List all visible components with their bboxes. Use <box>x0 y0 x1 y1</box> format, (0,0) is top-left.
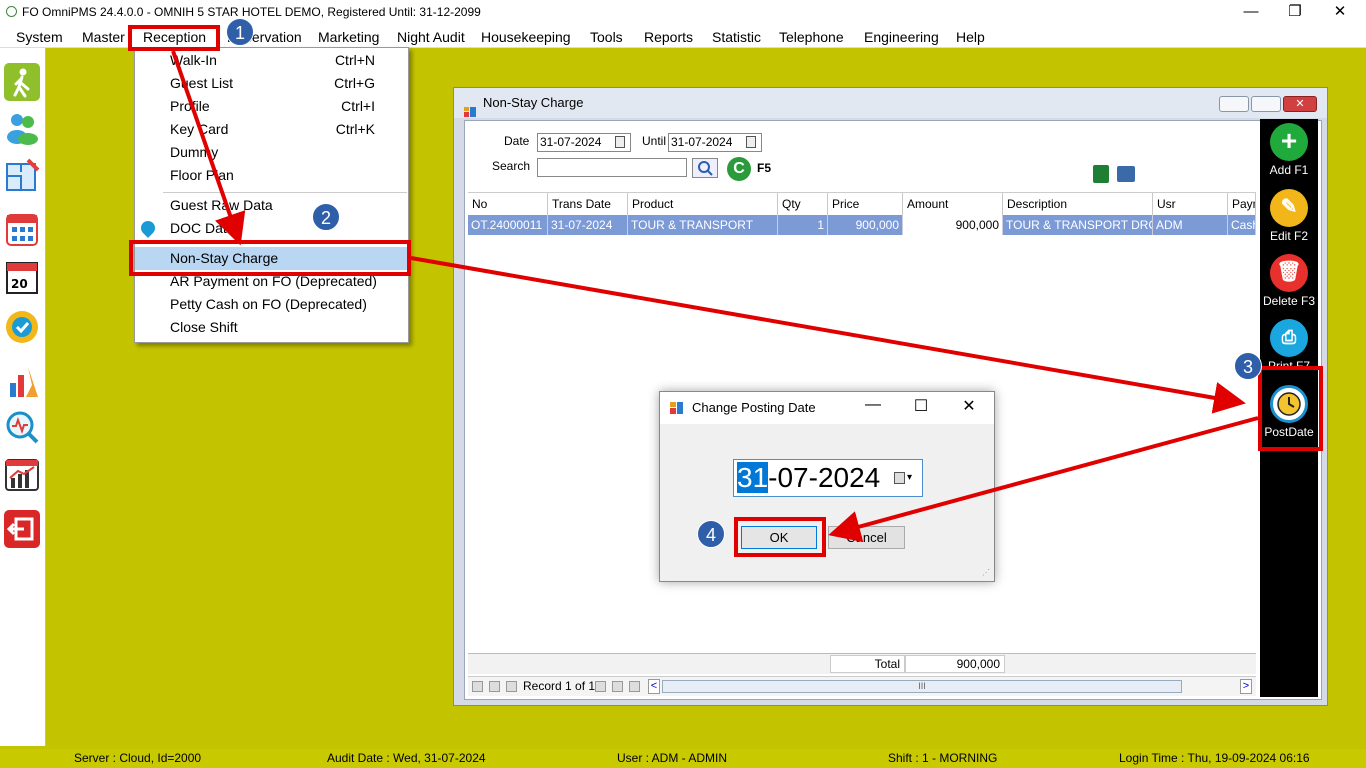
step-4-badge: 4 <box>697 520 725 548</box>
step-2-badge: 2 <box>312 203 340 231</box>
step-3-badge: 3 <box>1234 352 1262 380</box>
status-audit-date: Audit Date : Wed, 31-07-2024 <box>327 751 486 765</box>
step-1-badge: 1 <box>226 18 254 46</box>
annotation-arrows <box>171 50 1259 543</box>
arrow-2-to-3 <box>410 256 1246 414</box>
arrow-3-to-4 <box>828 416 1259 543</box>
status-bar: Server : Cloud, Id=2000 Audit Date : Wed… <box>0 749 1366 768</box>
status-server: Server : Cloud, Id=2000 <box>74 751 202 765</box>
status-shift: Shift : 1 - MORNING <box>888 751 998 765</box>
arrow-1-to-2 <box>171 50 246 246</box>
status-user: User : ADM - ADMIN <box>617 751 728 765</box>
status-login-time: Login Time : Thu, 19-09-2024 06:16 <box>1119 751 1310 765</box>
